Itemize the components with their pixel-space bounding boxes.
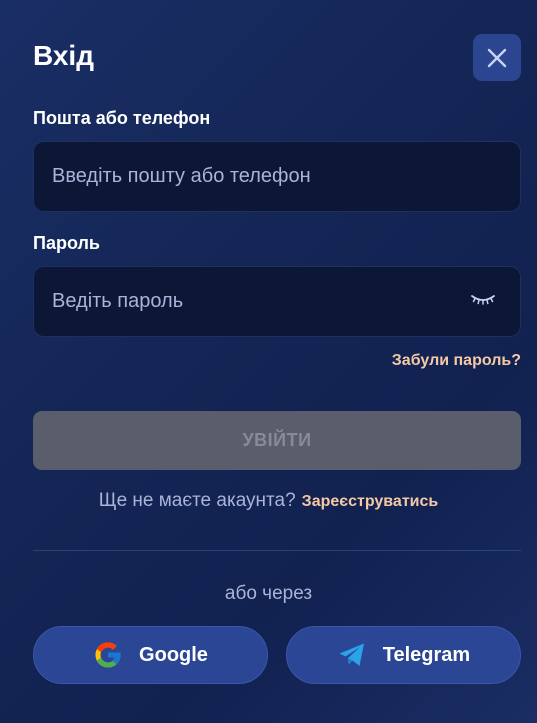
google-icon (93, 640, 123, 670)
modal-title: Вхід (33, 40, 94, 71)
google-button-label: Google (139, 643, 208, 666)
password-input[interactable] (34, 267, 520, 336)
login-submit-button[interactable]: УВІЙТИ (33, 411, 521, 470)
telegram-button-label: Telegram (382, 643, 471, 666)
login-input[interactable] (34, 142, 520, 211)
close-icon (487, 48, 507, 67)
forgot-password-link[interactable]: Забули пароль? (392, 352, 521, 370)
telegram-login-button[interactable]: Telegram (286, 626, 521, 684)
register-link[interactable]: Зареєструватись (302, 493, 439, 511)
login-field-wrapper (33, 141, 521, 212)
google-login-button[interactable]: Google (33, 626, 268, 684)
close-button[interactable] (473, 34, 521, 81)
register-question: Ще не маєте акаунта? (98, 490, 296, 511)
register-row: Ще не маєте акаунта? Зареєструватись (0, 490, 537, 512)
password-field-wrapper (33, 266, 521, 337)
password-label: Пароль (33, 233, 100, 253)
divider (33, 550, 521, 551)
login-modal: Вхід Пошта або телефон Пароль Забули пар… (0, 0, 537, 723)
eye-closed-icon[interactable] (470, 293, 496, 307)
telegram-icon (337, 640, 367, 670)
login-label: Пошта або телефон (33, 108, 211, 128)
or-via-label: або через (224, 583, 313, 604)
